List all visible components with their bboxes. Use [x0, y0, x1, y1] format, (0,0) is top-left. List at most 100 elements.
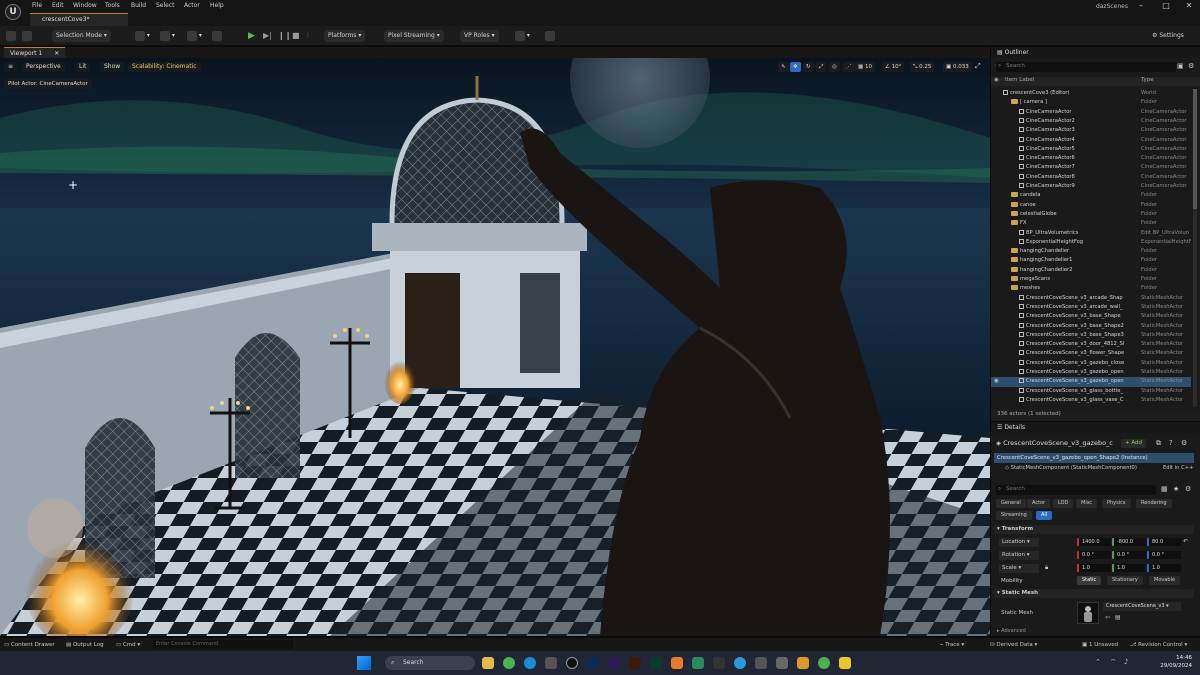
world-local-icon[interactable]: ◎ [829, 62, 840, 72]
menu-file[interactable]: File [32, 2, 42, 12]
daz-studio-icon[interactable] [713, 657, 725, 669]
lock-icon[interactable]: 🔒︎ [1045, 564, 1048, 572]
camera-speed-button[interactable]: ▣ 0.033 [943, 62, 972, 72]
menu-window[interactable]: Window [73, 2, 97, 12]
transform-section[interactable]: ▾ Transform [994, 525, 1194, 534]
tab-rendering[interactable]: Rendering [1136, 499, 1172, 508]
painter-icon[interactable] [650, 657, 662, 669]
maximize-icon[interactable]: □ [1155, 1, 1177, 12]
tab-actor[interactable]: Actor [1027, 499, 1051, 508]
stop-icon[interactable]: ■ [292, 30, 300, 42]
outliner-row[interactable]: hangingChandelier2 Folder [991, 266, 1191, 275]
step-icon[interactable]: ▶| [263, 30, 272, 42]
content-drawer-button[interactable]: ▭ Content Drawer [4, 640, 55, 650]
minimize-icon[interactable]: – [1130, 1, 1152, 12]
settings-button[interactable]: ⚙ Settings [1152, 30, 1184, 42]
instance-row[interactable]: CrescentCoveScene_v3_gazebo_open_Shape2 … [994, 453, 1194, 463]
outliner-row[interactable]: CrescentCoveScene_v3_glass_bottle_ Static… [991, 387, 1191, 396]
photoshop-icon[interactable] [587, 657, 599, 669]
outliner-row[interactable]: CrescentCoveScene_v3_base_Shape3 StaticMe… [991, 331, 1191, 340]
favorite-icon[interactable]: ★ [1173, 485, 1179, 493]
system-clock[interactable]: 14:46 29/09/2024 [1160, 654, 1192, 670]
outliner-row[interactable]: FX Folder [991, 219, 1191, 228]
outliner-row[interactable]: celestialGlobe Folder [991, 210, 1191, 219]
pixel-streaming-dropdown[interactable]: Pixel Streaming ▾ [384, 30, 444, 42]
app-icon-5[interactable] [839, 657, 851, 669]
illustrator-icon[interactable] [629, 657, 641, 669]
outliner-row[interactable]: CrescentCoveScene_v3_base_Shape StaticMes… [991, 312, 1191, 321]
outliner-row[interactable]: CrescentCoveScene_v3_flower_Shape StaticM… [991, 349, 1191, 358]
viewport-tab[interactable]: Viewport 1 ✕ [4, 47, 66, 58]
outliner-row[interactable]: CineCameraActor2 CineCameraActor [991, 117, 1191, 126]
chrome-icon-2[interactable] [818, 657, 830, 669]
property-matrix-icon[interactable]: ▦ [1161, 485, 1168, 493]
chrome-icon[interactable] [503, 657, 515, 669]
unsaved-button[interactable]: ▣ 1 Unsaved [1082, 640, 1118, 650]
blueprint-add-icon[interactable]: ⧉ [1156, 439, 1161, 448]
outliner-row[interactable]: CrescentCoveScene_v3_arcade_wall_ StaticM… [991, 303, 1191, 312]
outliner-row[interactable]: megaScans Folder [991, 275, 1191, 284]
console-command-input[interactable]: Enter Console Command [153, 640, 293, 649]
play-icon[interactable]: ▶ [248, 30, 255, 42]
blender-icon[interactable] [671, 657, 683, 669]
store-icon[interactable] [545, 657, 557, 669]
source-control-icon[interactable]: ▾ [515, 30, 530, 42]
outliner-row[interactable]: meshes Folder [991, 284, 1191, 293]
app-icon-4[interactable] [797, 657, 809, 669]
rotation-y-field[interactable]: 0.0 ° [1112, 551, 1146, 559]
start-icon[interactable] [357, 656, 371, 670]
app-icon-2[interactable] [755, 657, 767, 669]
close-tab-icon[interactable]: ✕ [54, 50, 59, 57]
outliner-row[interactable]: ExponentialHeightFog ExponentialHeightF [991, 238, 1191, 247]
outliner-settings-icon[interactable]: ⚙ [1188, 62, 1194, 70]
browse-icon[interactable]: ▤ [1115, 614, 1121, 621]
pause-icon[interactable]: ❙❙ [278, 30, 291, 42]
rotate-tool-icon[interactable]: ↻ [803, 62, 814, 72]
menu-build[interactable]: Build [131, 2, 146, 12]
edit-cpp-link[interactable]: Edit in C++ [1163, 465, 1193, 471]
menu-actor[interactable]: Actor [184, 2, 200, 12]
surface-snap-icon[interactable]: ⋰ [843, 62, 855, 72]
scale-snap-toggle[interactable]: ⤡ 0.25 [910, 62, 935, 72]
show-button[interactable]: Show [100, 62, 125, 72]
outliner-row[interactable]: CineCameraActor7 CineCameraActor [991, 163, 1191, 172]
perspective-button[interactable]: Perspective [22, 62, 65, 72]
location-dropdown[interactable]: Location ▾ [999, 538, 1039, 547]
scale-y-field[interactable]: 1.0 [1112, 564, 1146, 572]
tab-general[interactable]: General [996, 499, 1026, 508]
rotation-x-field[interactable]: 0.0 ° [1077, 551, 1111, 559]
type-column[interactable]: Type [1141, 77, 1154, 83]
scale-tool-icon[interactable]: ⤢ [816, 62, 827, 72]
reset-location-icon[interactable]: ↶ [1183, 538, 1188, 545]
rotation-snap-toggle[interactable]: ∠ 10° [882, 62, 905, 72]
cmd-dropdown[interactable]: ▭ Cmd ▾ [116, 640, 140, 650]
mobility-static[interactable]: Static [1077, 576, 1102, 585]
outliner-row[interactable]: CineCameraActor8 CineCameraActor [991, 173, 1191, 182]
tab-all[interactable]: All [1036, 511, 1053, 520]
blueprint-icon[interactable]: ▾ [160, 30, 175, 42]
modes-icon[interactable] [212, 30, 222, 42]
static-mesh-section[interactable]: ▾ Static Mesh [994, 589, 1194, 598]
outliner-row[interactable]: BP_UltraVolumetrics Edit BP_UltraVolun [991, 229, 1191, 238]
level-viewport[interactable]: ≡ Perspective Lit Show Scalability: Cine… [0, 58, 990, 636]
close-icon[interactable]: ✕ [1178, 1, 1200, 12]
scalability-button[interactable]: Scalability: Cinematic [128, 62, 201, 72]
file-explorer-icon[interactable] [482, 657, 494, 669]
edge-icon[interactable] [524, 657, 536, 669]
outliner-row[interactable]: CineCameraActor4 CineCameraActor [991, 136, 1191, 145]
derived-data-button[interactable]: ⛁ Derived Data ▾ [990, 640, 1037, 650]
outliner-row[interactable]: CrescentCoveScene_v3_gazebo_close StaticM… [991, 359, 1191, 368]
lit-button[interactable]: Lit [75, 62, 91, 72]
tab-physics[interactable]: Physics [1102, 499, 1131, 508]
outliner-scrollbar[interactable] [1193, 89, 1197, 407]
location-x-field[interactable]: 1400.0 [1077, 538, 1111, 546]
location-y-field[interactable]: -800.0 [1112, 538, 1146, 546]
scale-z-field[interactable]: 1.0 [1147, 564, 1181, 572]
component-row[interactable]: ◇ StaticMeshComponent (StaticMeshCompone… [1005, 465, 1155, 471]
outliner-row[interactable]: CrescentCoveScene_v3_door_4812_Sl StaticM… [991, 340, 1191, 349]
item-label-column[interactable]: Item Label [1005, 77, 1034, 83]
mobility-movable[interactable]: Movable [1149, 576, 1181, 585]
content-icon[interactable] [22, 30, 32, 42]
visibility-eye-icon[interactable]: ◉ [994, 377, 999, 386]
outliner-row[interactable]: CineCameraActor6 CineCameraActor [991, 154, 1191, 163]
